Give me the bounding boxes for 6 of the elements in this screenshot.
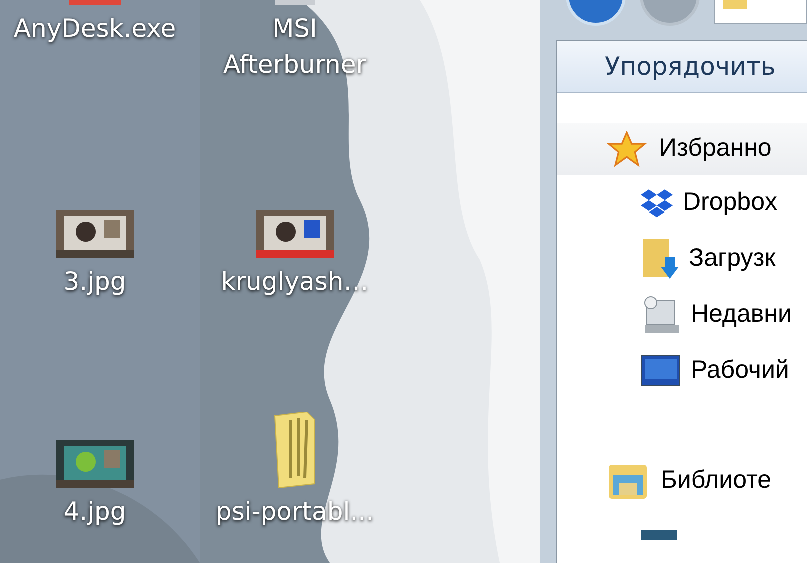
nav-item[interactable]: Dropbox <box>683 184 778 222</box>
nav-header[interactable]: Библиоте <box>661 462 772 500</box>
organize-button[interactable]: Упорядочить <box>605 48 776 86</box>
nav-item[interactable]: Рабочий <box>691 352 790 390</box>
nav-item[interactable]: Недавни <box>691 296 792 334</box>
nav-item[interactable]: Загрузк <box>689 240 776 278</box>
